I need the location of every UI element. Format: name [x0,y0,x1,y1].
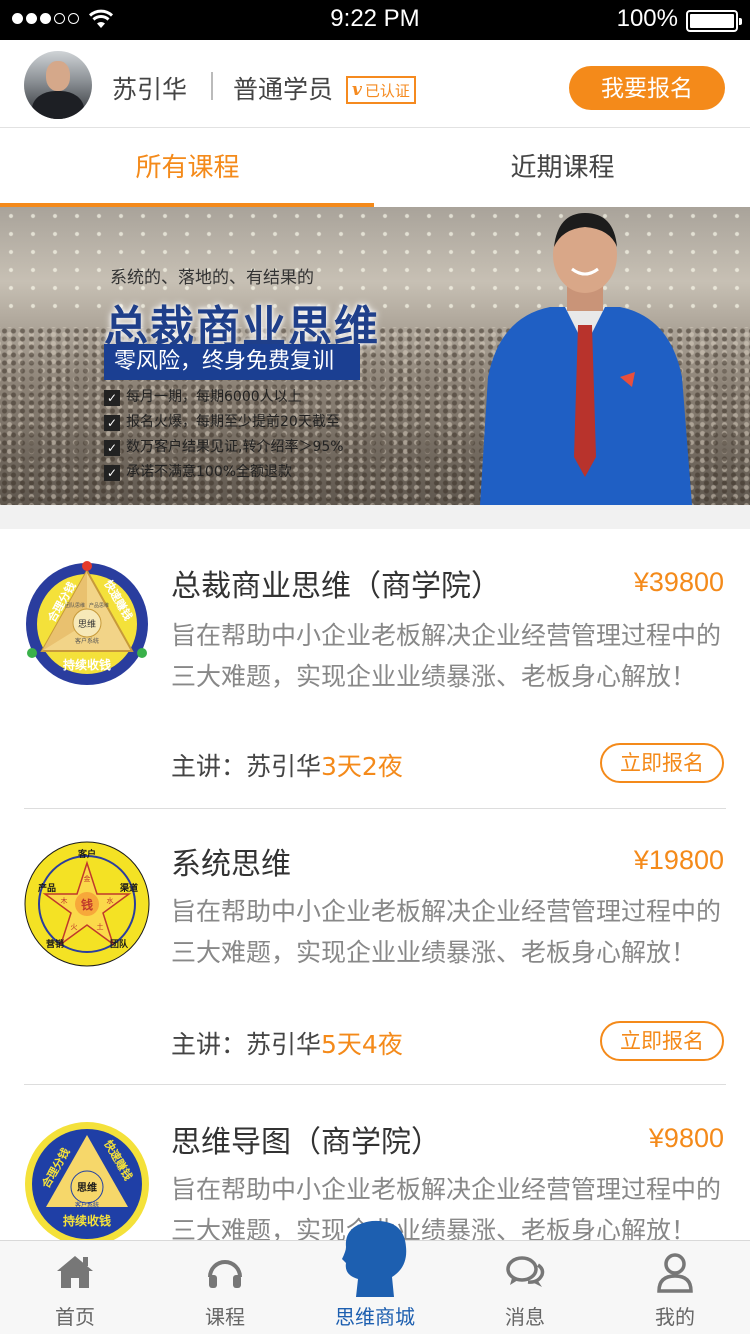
battery-icon [686,10,742,32]
chat-bubbles-icon [506,1256,545,1287]
nav-label: 首页 [55,1305,95,1329]
logo-text: 客户系统 [75,1201,99,1209]
course-lecturer: 主讲：苏引华3天2夜 [171,747,403,783]
course-lecturer: 主讲：苏引华5天4夜 [171,1025,403,1061]
course-price: ¥19800 [633,845,724,875]
banner-bullet: ✓ 报名火爆，每期至少提前20天截至 [104,410,344,435]
course-description: 旨在帮助中小企业老板解决企业经营管理过程中的三大难题，实现企业业绩暴涨、老板身心… [171,897,722,967]
course-price: ¥9800 [648,1123,724,1153]
section-separator [0,505,750,529]
logo-text: 客户 [77,848,96,860]
logo-text: 钱 [81,897,93,912]
home-icon [57,1256,93,1288]
logo-text: 团队 [110,938,129,950]
nav-label: 消息 [505,1305,545,1329]
logo-text: 火 [71,923,78,931]
course-duration: 5天4夜 [321,1030,403,1059]
member-level: 普通学员 [233,75,334,104]
banner-bullets: ✓ 每月一期，每期6000人以上 ✓ 报名火爆，每期至少提前20天截至 ✓ 数万客户结… [104,385,344,485]
battery-percentage: 100% [616,5,678,32]
headphones-icon [208,1260,242,1288]
course-item[interactable]: 钱 客户 产品 渠道 营销 团队 金 木 水 火 土 系统思维 ¥19800 旨… [0,809,750,1085]
checkbox-icon: ✓ [104,439,120,456]
course-price: ¥39800 [633,567,724,597]
tab-all-courses[interactable]: 所有课程 [0,129,375,207]
promo-banner[interactable]: 系统的、落地的、有结果的 总裁商业思维 零风险，终身免费复训 ✓ 每月一期，每期6… [0,207,750,505]
enroll-button[interactable]: 我要报名 [569,66,725,110]
course-logo: 思维 客户系统 持续收钱 合理分钱 快速赚钱 [25,1122,149,1240]
logo-text: 客户系统 [75,637,99,645]
logo-text: 营销 [46,938,64,950]
nav-label: 思维商城 [335,1305,415,1329]
nav-messages[interactable]: 消息 [450,1241,600,1334]
lecturer-name: 主讲：苏引华 [171,1030,322,1059]
status-bar: 9:22 PM 100% [0,0,750,40]
checkbox-icon: ✓ [104,414,120,431]
divider [211,72,213,100]
banner-bullet: ✓ 数万客户结果见证,转介绍率＞95% [104,435,344,460]
tab-recent-courses[interactable]: 近期课程 [375,129,750,207]
course-logo: 钱 客户 产品 渠道 营销 团队 金 木 水 火 土 [24,841,150,967]
logo-text: 思维 [77,1181,97,1194]
checkbox-icon: ✓ [104,389,120,406]
banner-subtitle: 系统的、落地的、有结果的 [110,268,314,288]
logo-text: 金 [84,874,91,883]
user-name: 苏引华 [112,75,188,104]
logo-text: 土 [97,922,104,931]
checkbox-icon: ✓ [104,464,120,481]
speaker-photo [480,213,692,505]
course-name: 总裁商业思维（商学院） [171,569,501,604]
course-name: 系统思维 [171,847,291,882]
banner-bullet: ✓ 承诺不满意100%全额退款 [104,460,344,485]
course-duration: 3天2夜 [321,752,403,781]
nav-label: 我的 [655,1305,695,1329]
nav-mind-mall[interactable]: 思维商城 [300,1220,450,1334]
nav-home[interactable]: 首页 [0,1241,150,1334]
banner-ribbon: 零风险，终身免费复训 [104,344,360,380]
verified-label: 已认证 [364,81,410,100]
logo-text: 木 [61,896,68,905]
course-description: 旨在帮助中小企业老板解决企业经营管理过程中的三大难题，实现企业业绩暴涨、老板身心… [171,1175,722,1240]
head-profile-icon [342,1220,407,1297]
logo-text: 持续收钱 [63,657,111,672]
logo-text: 思维 [78,618,96,630]
sign-up-button[interactable]: 立即报名 [600,1021,724,1061]
v-icon: v [352,80,362,100]
course-description: 旨在帮助中小企业老板解决企业经营管理过程中的三大难题，实现企业业绩暴涨、老板身心… [171,621,722,691]
lecturer-name: 主讲：苏引华 [171,752,322,781]
logo-text: 水 [107,896,114,905]
logo-text: 持续收钱 [63,1213,111,1228]
user-icon [657,1253,693,1293]
nav-profile[interactable]: 我的 [600,1241,750,1334]
nav-label: 课程 [205,1305,245,1329]
course-name: 思维导图（商学院） [171,1125,441,1160]
verified-badge: v 已认证 [346,76,416,104]
nav-courses[interactable]: 课程 [150,1241,300,1334]
course-tabs: 所有课程 近期课程 [0,129,750,207]
sign-up-button[interactable]: 立即报名 [600,743,724,783]
course-item[interactable]: 思维 客户系统 团队思维 产品思维 持续收钱 合理分钱 快速赚钱 总裁商业思维（… [0,529,750,809]
profile-header: 苏引华 普通学员 v 已认证 我要报名 [0,40,750,128]
banner-bullet: ✓ 每月一期，每期6000人以上 [104,385,344,410]
bottom-navigation: 首页 课程 思维商城 消息 我的 [0,1220,750,1334]
logo-text: 渠道 [119,882,138,894]
logo-text: 产品思维 [89,602,109,609]
avatar[interactable] [24,51,92,119]
course-logo: 思维 客户系统 团队思维 产品思维 持续收钱 合理分钱 快速赚钱 [26,561,148,685]
logo-text: 产品 [38,882,56,894]
course-item[interactable]: 思维 客户系统 持续收钱 合理分钱 快速赚钱 思维导图（商学院） ¥9800 旨… [0,1085,750,1240]
